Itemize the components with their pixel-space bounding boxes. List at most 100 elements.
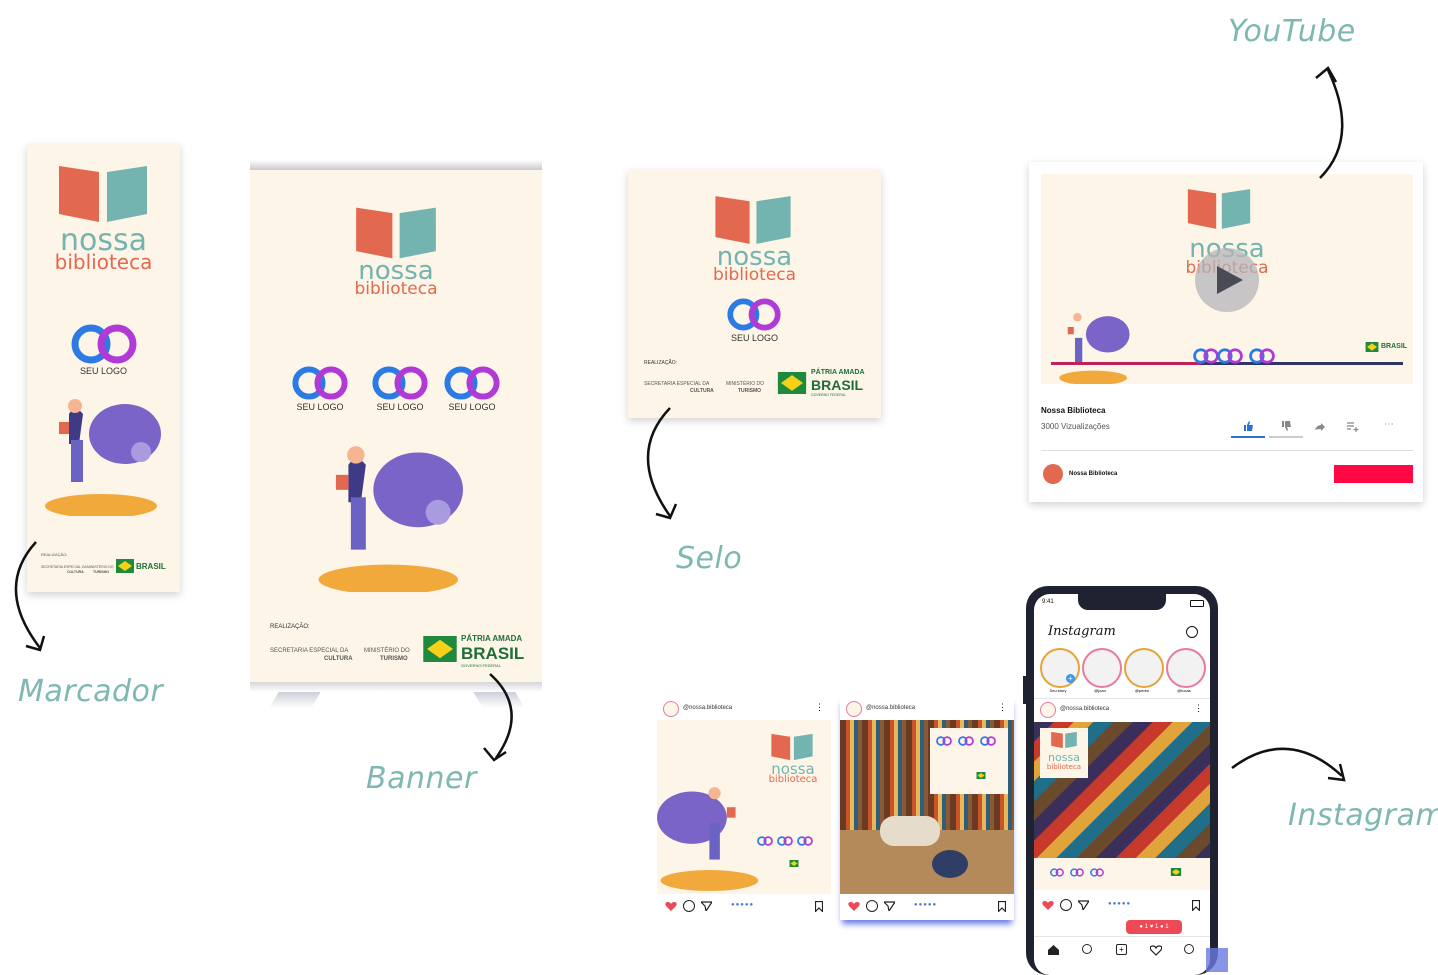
comment-icon[interactable] [683,900,695,912]
post-handle[interactable]: @nossa.biblioteca [1060,706,1109,712]
home-icon[interactable] [1048,945,1059,955]
add-post-icon[interactable]: + [1116,944,1127,955]
turismo-label: TURISMO [738,388,762,394]
governo-label: GOVERNO FEDERAL [461,663,502,668]
bookmark-icon[interactable] [998,901,1006,912]
go-logo-icon [1090,868,1104,877]
messenger-icon[interactable] [1186,626,1198,638]
banner-top-bar [250,160,542,170]
post-more-icon[interactable]: ⋮ [998,702,1007,713]
secretaria-label: SECRETARIA ESPECIAL DA [270,648,349,654]
brasil-flag-icon [1365,342,1379,352]
go-logo-icon [936,736,952,746]
reader-illustration-icon [318,446,464,592]
channel-avatar[interactable] [1043,464,1063,484]
banner-mockup: nossa biblioteca SEU LOGO SEU LOGO SEU L… [250,160,542,710]
heart-icon[interactable] [848,901,860,912]
story-label: @joao [1094,688,1106,693]
label-marcador: Marcador [18,674,164,709]
brasil-label: BRASIL [1381,343,1408,350]
post-handle[interactable]: @nossa.biblioteca [683,705,732,711]
send-icon[interactable] [884,901,895,911]
bookmark-icon[interactable] [1192,900,1200,911]
label-youtube: YouTube [1228,14,1356,49]
brasil-label: BRASIL [811,377,864,393]
activity-notification[interactable]: ● 1 ♥ 1 ● 1 [1126,920,1182,934]
subscribe-button[interactable] [1334,465,1413,483]
arrow-to-selo-icon [646,407,678,520]
banner-foot-left [269,692,321,708]
logo-overlay-card: nossa biblioteca [1040,728,1088,778]
carousel-dots: ●●●●● [731,902,755,908]
cultura-label: CULTURA [690,388,714,394]
seu-logo-label: SEU LOGO [448,402,496,412]
post-avatar[interactable] [846,701,862,717]
go-logo-icon [757,836,773,846]
follow-count: 1 [1165,924,1169,930]
turismo-label: TURISMO [93,570,110,574]
battery-icon [1190,600,1204,607]
go-logo-icon [292,366,348,400]
ministerio-label: MINISTÉRIO DO [87,565,114,569]
post-avatar[interactable] [1040,702,1056,718]
thumbs-up-icon [1244,421,1253,431]
follow-count-icon: ● [1159,924,1164,930]
reader-illustration-icon [45,399,161,516]
profile-icon[interactable] [1184,944,1194,954]
logo-word-biblioteca: biblioteca [54,250,153,274]
label-selo: Selo [676,541,743,576]
turismo-label: TURISMO [380,656,408,662]
add-to-playlist-icon[interactable] [1347,422,1359,432]
like-button[interactable] [1231,418,1265,438]
logo-word-biblioteca: biblioteca [354,279,438,299]
play-button[interactable] [1195,248,1259,312]
phone-mockup: 9:41 Instagram + Seu story @joao @pedro … [1023,586,1218,975]
seu-logo-label: SEU LOGO [730,333,778,343]
more-options-icon[interactable]: ⋯ [1384,419,1394,430]
comment-count-icon: ● [1139,924,1144,930]
post-handle[interactable]: @nossa.biblioteca [866,705,915,711]
comment-count: 1 [1144,924,1149,930]
carousel-dots: ●●●●● [1108,901,1132,907]
instagram-app-title: Instagram [1048,624,1116,639]
feed-divider [1034,698,1210,699]
bookmark-icon[interactable] [815,901,823,912]
patria-label: PÁTRIA AMADA [461,634,523,643]
send-icon[interactable] [1078,900,1089,910]
go-logo-icon [1217,348,1243,364]
share-icon[interactable] [1315,422,1325,432]
post-more-icon[interactable]: ⋮ [1194,703,1203,714]
post-image[interactable]: nossa biblioteca [1034,722,1210,858]
youtube-video-frame[interactable]: nossa biblioteca BRASIL [1041,174,1413,384]
brasil-label: BRASIL [136,562,166,571]
comment-icon[interactable] [866,900,878,912]
book-logo-icon [1051,731,1077,749]
go-logo-icon [1193,348,1219,364]
post-avatar[interactable] [663,701,679,717]
realizacao-label: REALIZAÇÃO: [270,624,310,630]
comment-icon[interactable] [1060,899,1072,911]
bottom-nav: + [1034,936,1210,961]
story-item[interactable] [1124,648,1164,688]
story-item[interactable] [1082,648,1122,688]
heart-icon[interactable] [1042,900,1054,911]
channel-name[interactable]: Nossa Biblioteca [1069,471,1117,477]
post-strip [1034,858,1210,890]
post-more-icon[interactable]: ⋮ [815,702,824,713]
seu-logo-label: SEU LOGO [79,366,127,376]
cultura-label: CULTURA [67,570,84,574]
post-image[interactable]: nossa biblioteca [657,720,831,894]
go-logo-icon [958,736,974,746]
send-icon[interactable] [701,901,712,911]
logo-word-biblioteca: biblioteca [712,265,797,285]
story-item[interactable] [1166,648,1206,688]
post-image[interactable] [840,720,1014,894]
brasil-flag-icon [789,860,799,867]
heart-icon[interactable] [665,901,677,912]
activity-heart-icon[interactable] [1150,945,1162,956]
story-item[interactable]: + [1040,648,1080,688]
go-logo-icon [444,366,500,400]
governo-label: GOVERNO FEDERAL [811,393,847,397]
search-icon[interactable] [1082,944,1092,954]
dislike-button[interactable] [1269,418,1303,438]
